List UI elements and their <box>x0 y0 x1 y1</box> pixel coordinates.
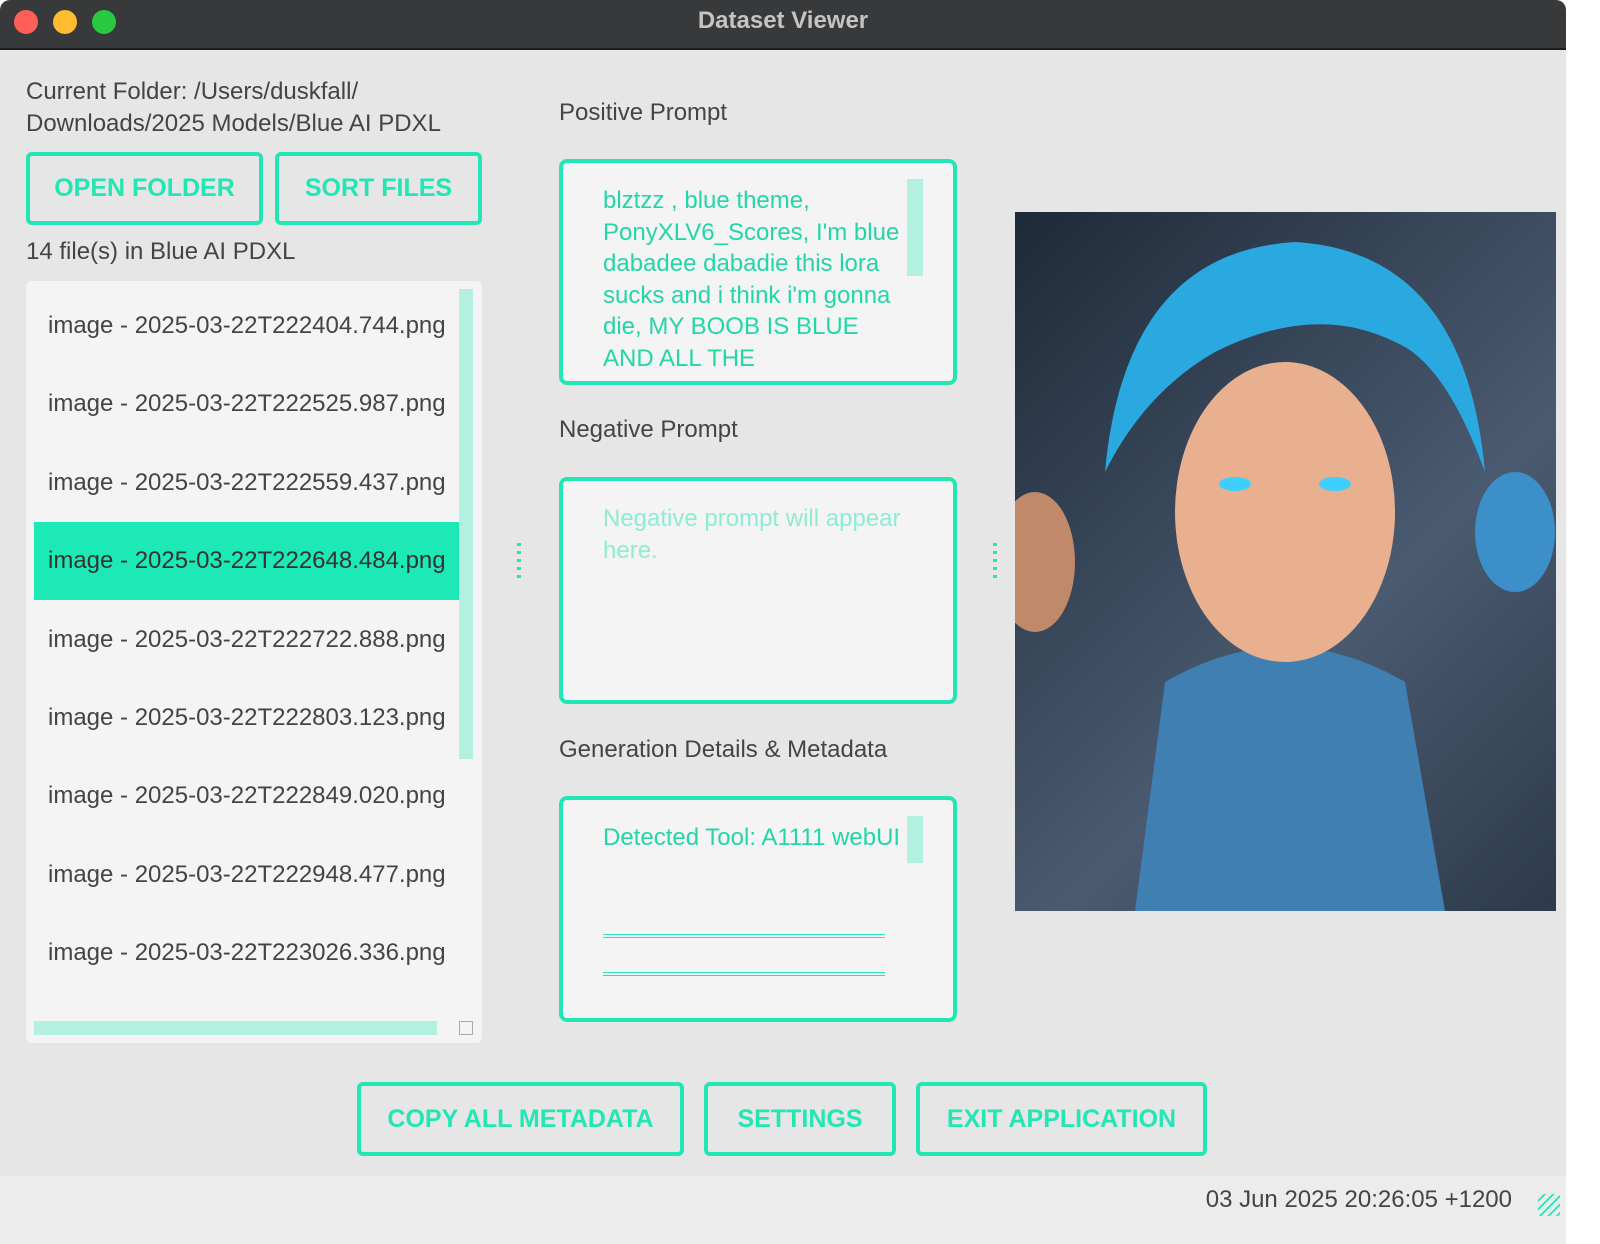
vertical-scrollbar[interactable] <box>459 289 473 759</box>
negative-prompt-label: Negative Prompt <box>559 416 738 443</box>
image-preview <box>1015 212 1556 911</box>
file-count-label: 14 file(s) in Blue AI PDXL <box>26 238 296 265</box>
horizontal-scrollbar[interactable] <box>34 1021 437 1035</box>
negative-prompt-box[interactable]: Negative prompt will appear here. <box>559 477 957 704</box>
sort-files-button[interactable]: SORT FILES <box>275 152 482 225</box>
file-list-item[interactable]: image - 2025-03-22T223026.336.png <box>34 914 460 992</box>
status-bar: 03 Jun 2025 20:26:05 +1200 <box>0 1176 1566 1244</box>
copy-all-metadata-button[interactable]: COPY ALL METADATA <box>357 1082 684 1156</box>
title-bar: Dataset Viewer <box>0 0 1566 50</box>
file-list[interactable]: image - 2025-03-22T223026.336.png image -… <box>26 281 482 1043</box>
positive-prompt-text: blztzz , blue theme, PonyXLV6_Scores, I'… <box>603 187 900 372</box>
file-list-item[interactable]: image - 2025-03-22T222648.484.png <box>34 522 460 601</box>
file-list-item[interactable]: image - 2025-03-22T222803.123.png <box>34 679 460 757</box>
details-text: Detected Tool: A1111 webUI <box>603 824 901 851</box>
scroll-corner <box>459 1021 473 1035</box>
file-list-item[interactable]: image - 2025-03-22T222722.888.png <box>34 601 460 679</box>
exit-application-button[interactable]: EXIT APPLICATION <box>916 1082 1207 1156</box>
splitter-handle[interactable] <box>517 543 521 579</box>
file-list-item[interactable]: image - 2025-03-22T222525.987.png <box>34 365 460 443</box>
separator-line <box>603 972 885 976</box>
open-folder-button[interactable]: OPEN FOLDER <box>26 152 263 225</box>
file-list-item[interactable]: image - 2025-03-22T222404.744.png <box>34 287 460 365</box>
app-window: Dataset Viewer Current Folder: /Users/du… <box>0 0 1566 1244</box>
details-scrollbar[interactable] <box>907 816 923 863</box>
file-list-item[interactable]: image - 2025-03-22T222948.477.png <box>34 836 460 914</box>
separator-line <box>603 934 885 938</box>
positive-prompt-box[interactable]: blztzz , blue theme, PonyXLV6_Scores, I'… <box>559 159 957 385</box>
negative-prompt-placeholder: Negative prompt will appear here. <box>603 505 901 564</box>
settings-button[interactable]: SETTINGS <box>704 1082 896 1156</box>
status-timestamp: 03 Jun 2025 20:26:05 +1200 <box>1205 1186 1512 1213</box>
resize-grip-icon[interactable] <box>1538 1194 1560 1216</box>
details-box[interactable]: Detected Tool: A1111 webUI <box>559 796 957 1022</box>
splitter-handle[interactable] <box>993 543 997 579</box>
details-label: Generation Details & Metadata <box>559 736 888 763</box>
file-list-item[interactable]: image - 2025-03-22T222849.020.png <box>34 757 460 835</box>
positive-scrollbar[interactable] <box>907 179 923 276</box>
file-list-item[interactable]: image - 2025-03-22T222559.437.png <box>34 444 460 522</box>
positive-prompt-label: Positive Prompt <box>559 99 728 126</box>
current-folder-label: Current Folder: /Users/duskfall/ Downloa… <box>26 78 441 137</box>
window-title: Dataset Viewer <box>697 7 869 34</box>
